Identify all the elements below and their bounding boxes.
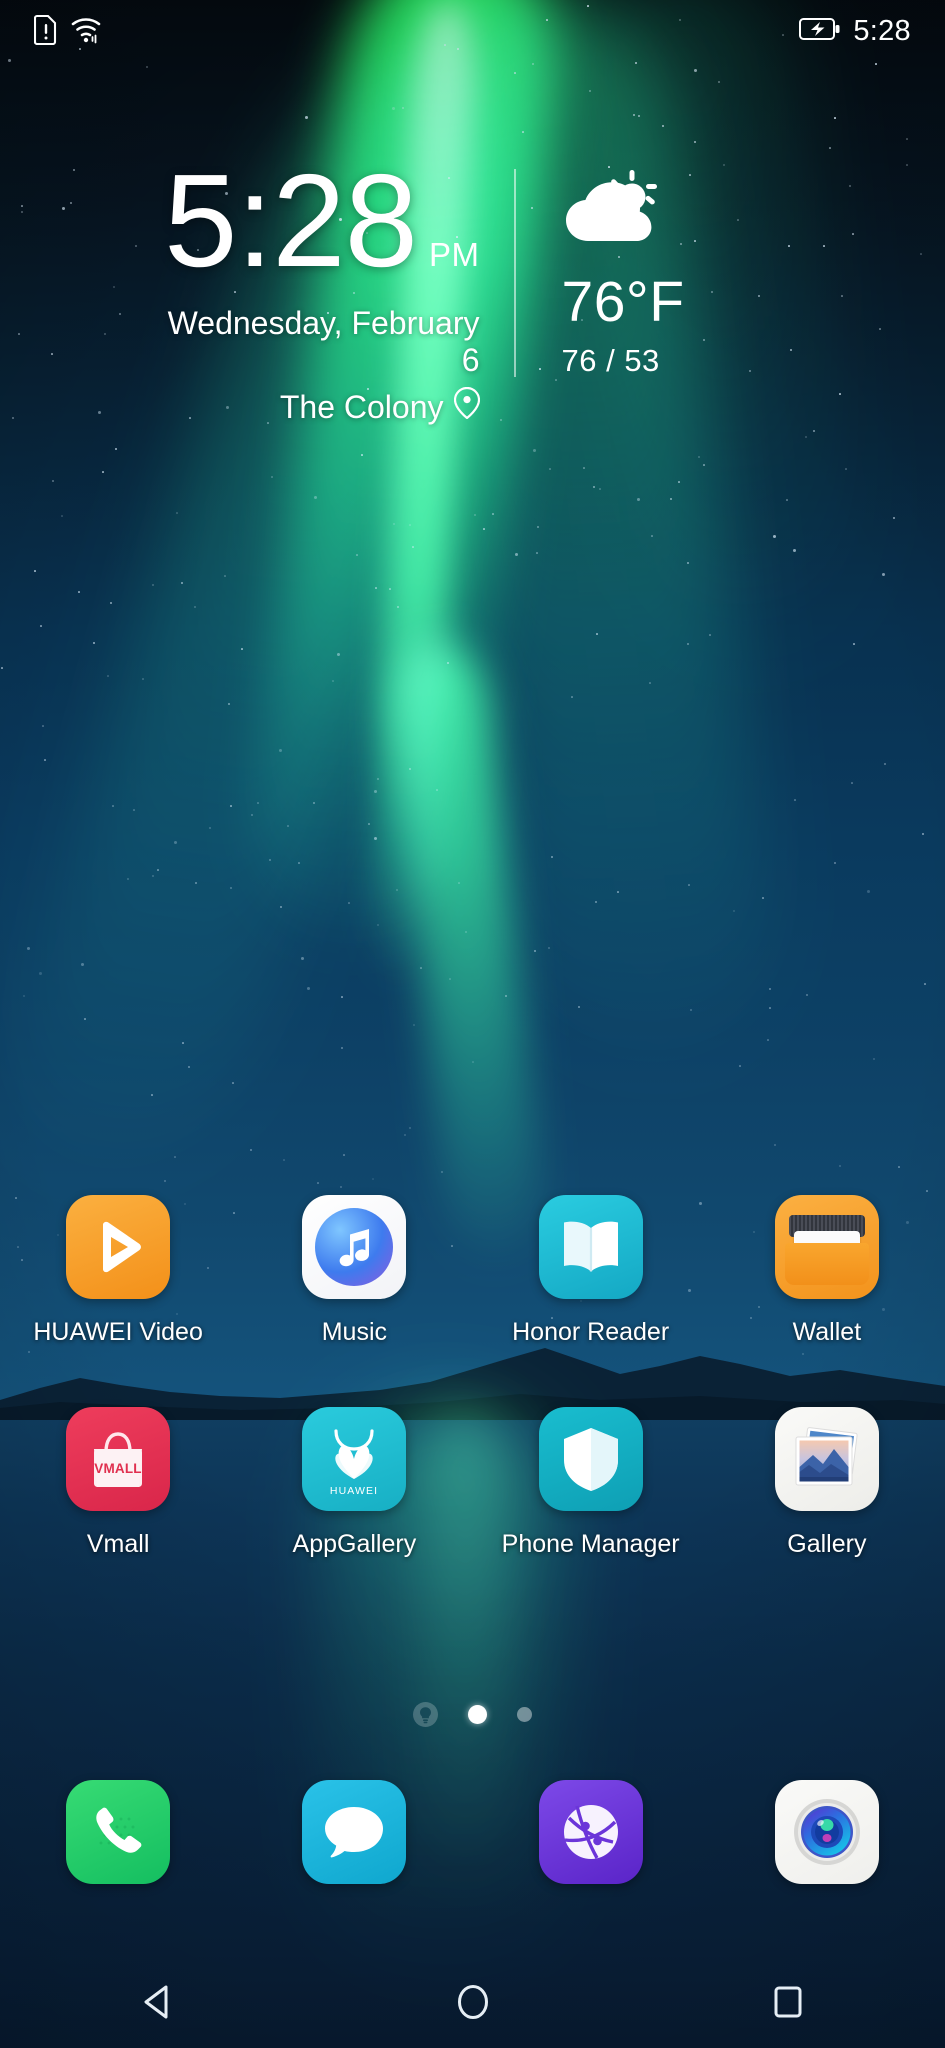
app-appgallery[interactable]: HUAWEI AppGallery — [236, 1407, 472, 1559]
dock-item-camera[interactable] — [709, 1780, 945, 1884]
svg-text:VMALL: VMALL — [94, 1461, 142, 1476]
battery-charging-icon — [799, 17, 841, 46]
app-label: Wallet — [792, 1318, 862, 1346]
app-grid: HUAWEI Video Music Honor Reader Wallet V… — [0, 1195, 945, 1559]
dock-item-messages[interactable] — [236, 1780, 472, 1884]
app-label: Honor Reader — [512, 1318, 670, 1346]
page-indicator[interactable] — [0, 1702, 945, 1727]
clock-ampm: PM — [429, 236, 480, 273]
nav-back-button[interactable] — [0, 1981, 315, 2028]
messages-icon[interactable] — [302, 1780, 407, 1884]
app-label: HUAWEI Video — [33, 1318, 203, 1346]
nav-recents-button[interactable] — [630, 1981, 945, 2028]
partly-cloudy-icon — [562, 169, 796, 247]
location-pin-icon — [453, 386, 480, 427]
huawei-video-icon[interactable] — [66, 1195, 171, 1299]
hiboard-lightbulb-icon[interactable] — [413, 1702, 438, 1727]
app-row: VMALL Vmall HUAWEI AppGallery Phone Mana… — [0, 1407, 945, 1559]
app-vmall[interactable]: VMALL Vmall — [0, 1407, 236, 1559]
dock-item-browser[interactable] — [473, 1780, 709, 1884]
status-bar-right-group: 5:28 — [799, 15, 911, 48]
phone-manager-icon[interactable] — [538, 1407, 643, 1511]
weather-high-low: 76 / 53 — [561, 343, 660, 378]
app-label: Gallery — [787, 1530, 867, 1558]
vmall-icon[interactable]: VMALL — [66, 1407, 171, 1511]
app-honor-reader[interactable]: Honor Reader — [473, 1195, 709, 1347]
app-label: Music — [321, 1318, 388, 1346]
weather-temperature: 76°F — [561, 270, 685, 334]
dock — [0, 1780, 945, 1884]
app-music[interactable]: Music — [236, 1195, 472, 1347]
back-triangle-icon — [137, 1981, 179, 2028]
app-label: Vmall — [86, 1530, 150, 1558]
clock-weather-widget[interactable]: 5:28 PM Wednesday, February 6 The Colony — [0, 155, 945, 427]
status-bar[interactable]: 5:28 — [0, 0, 945, 62]
phone-icon[interactable] — [66, 1780, 171, 1884]
recents-square-icon — [767, 1981, 809, 2028]
sim-card-alert-icon — [33, 13, 58, 50]
status-bar-left-icons — [33, 13, 102, 50]
gallery-icon[interactable] — [774, 1407, 879, 1511]
clock-time: 5:28 — [164, 147, 418, 294]
honor-reader-icon[interactable] — [538, 1195, 643, 1299]
music-icon[interactable] — [302, 1195, 407, 1299]
app-wallet[interactable]: Wallet — [709, 1195, 945, 1347]
appgallery-icon[interactable]: HUAWEI — [302, 1407, 407, 1511]
app-huawei-video[interactable]: HUAWEI Video — [0, 1195, 236, 1347]
navigation-bar — [0, 1960, 945, 2048]
status-bar-clock: 5:28 — [853, 14, 911, 47]
app-gallery[interactable]: Gallery — [709, 1407, 945, 1559]
page-dot-active[interactable] — [468, 1705, 487, 1724]
app-label: AppGallery — [292, 1530, 417, 1558]
dock-item-phone[interactable] — [0, 1780, 236, 1884]
wifi-icon — [70, 13, 102, 50]
clock-date: Wednesday, February 6 — [167, 305, 480, 378]
svg-text:HUAWEI: HUAWEI — [330, 1485, 378, 1497]
app-label: Phone Manager — [501, 1530, 680, 1558]
home-circle-icon — [452, 1981, 494, 2028]
camera-icon[interactable] — [774, 1780, 879, 1884]
app-phone-manager[interactable]: Phone Manager — [473, 1407, 709, 1559]
browser-icon[interactable] — [538, 1780, 643, 1884]
clock-section[interactable]: 5:28 PM Wednesday, February 6 The Colony — [150, 155, 480, 427]
app-row: HUAWEI Video Music Honor Reader Wallet — [0, 1195, 945, 1347]
wallet-icon[interactable] — [774, 1195, 879, 1299]
clock-location-text: The Colony — [279, 388, 444, 425]
page-dot[interactable] — [517, 1707, 532, 1722]
clock-time-row: 5:28 PM — [150, 155, 480, 287]
clock-location-row: The Colony — [150, 386, 480, 427]
weather-section[interactable]: 76°F 76 / 53 — [516, 155, 796, 379]
nav-home-button[interactable] — [315, 1981, 630, 2028]
